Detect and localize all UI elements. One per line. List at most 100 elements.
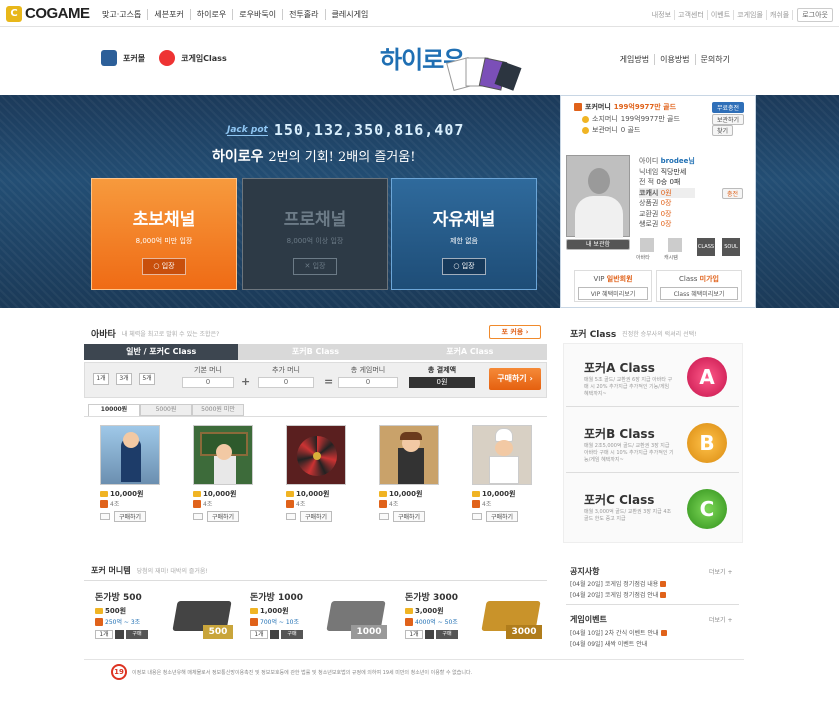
header-subnav: 포커몰 코게임Class: [101, 50, 227, 66]
topnav-item[interactable]: 로우바둑이: [233, 9, 284, 20]
bag-buy-button[interactable]: 구매: [126, 630, 148, 639]
my-storage-button[interactable]: 내 보관함: [566, 239, 630, 250]
poker-class-c[interactable]: 포커C Class 매월 3,000억 골드/ 교환권 3장 지급 4조 골드 …: [566, 479, 739, 539]
channel-free[interactable]: 자유채널 제한 없음 ○ 입장: [391, 178, 537, 290]
soul-badge-icon[interactable]: SOUL: [722, 238, 740, 256]
avatar-icon-label: 아바타: [636, 255, 650, 261]
poker-mall-link[interactable]: 포커몰: [123, 53, 145, 64]
event-item[interactable]: [04월 09일] 새싹 이벤트 안내: [570, 639, 647, 648]
owned-money-row: 소지머니 199억9977만 골드: [582, 114, 680, 124]
cogame-logo[interactable]: C COGAME: [6, 5, 90, 22]
cogame-class-link[interactable]: 코게임Class: [181, 53, 227, 64]
price-tab-5000[interactable]: 5000원: [140, 404, 192, 416]
logout-button[interactable]: 로그아웃: [797, 8, 833, 22]
price-tab-under-5000[interactable]: 5000원 미만: [192, 404, 244, 416]
topnav-item[interactable]: 맞고·고스톱: [96, 9, 149, 20]
notice-item[interactable]: [04월 20일] 코게임 정기점검 안내: [570, 590, 667, 599]
inquiry-link[interactable]: 문의하기: [696, 54, 735, 65]
topnav-item[interactable]: 클레시게임: [326, 9, 375, 20]
poker-use-button[interactable]: 포 커용 ›: [489, 325, 541, 339]
utility-links: 내정보 고객센터 이벤트 코게임몰 캐쉬몰 로그아웃: [649, 8, 833, 22]
item-checkbox[interactable]: [379, 513, 389, 520]
topnav-item[interactable]: 전투홀라: [283, 9, 326, 20]
item-buy-button[interactable]: 구매하기: [207, 511, 240, 522]
money-case-icon: 3000: [481, 593, 542, 641]
class-c-badge-icon: C: [687, 489, 727, 529]
qty-dropdown-icon[interactable]: [115, 630, 124, 639]
event-more-link[interactable]: 더보기 +: [709, 615, 733, 624]
free-charge-button[interactable]: 무료충전: [712, 102, 745, 113]
item-checkbox[interactable]: [193, 513, 203, 520]
price-tab-10000[interactable]: 10000원: [88, 404, 140, 416]
safe-button[interactable]: 보관하기: [712, 114, 745, 125]
pokermoney-icon: [574, 103, 582, 111]
top-nav: 맞고·고스톱 세븐포커 하이로우 로우바둑이 전투홀라 클레시게임: [96, 9, 374, 20]
channel-beginner[interactable]: 초보채널 8,000억 미만 입장 ○ 입장: [91, 178, 237, 290]
item-checkbox[interactable]: [286, 513, 296, 520]
tab-b-class[interactable]: 포커B Class: [238, 344, 393, 360]
header-links: 게임방법 이용방법 문의하기: [615, 54, 735, 65]
how-to-play-link[interactable]: 게임방법: [615, 54, 656, 65]
coin-icon: [582, 115, 589, 123]
tab-general-c-class[interactable]: 일반 / 포커C Class: [84, 344, 239, 360]
item-checkbox[interactable]: [100, 513, 110, 520]
item-buy-button[interactable]: 구매하기: [114, 511, 147, 522]
avatar-item-image[interactable]: [286, 425, 346, 485]
qty-dropdown-icon[interactable]: [270, 630, 279, 639]
poker-class-title: 포커 Class: [570, 330, 617, 340]
util-link[interactable]: 이벤트: [708, 10, 735, 20]
bag-buy-button[interactable]: 구매: [281, 630, 303, 639]
qty-select[interactable]: 1개: [250, 630, 268, 639]
topnav-item[interactable]: 하이로우: [191, 9, 234, 20]
avatar-item-image[interactable]: [100, 425, 160, 485]
event-item[interactable]: [04월 10일] 2차 간식 이벤트 안내: [570, 628, 667, 637]
month-3-button[interactable]: 3개: [116, 373, 132, 385]
avatar-item-image[interactable]: [379, 425, 439, 485]
cards-illustration-icon: [446, 57, 522, 91]
month-5-button[interactable]: 5개: [139, 373, 155, 385]
item-buy-button[interactable]: 구매하기: [486, 511, 519, 522]
buy-button[interactable]: 구매하기 ›: [489, 368, 541, 390]
class-preview-button[interactable]: Class 혜택미리보기: [660, 287, 738, 300]
how-to-use-link[interactable]: 이용방법: [655, 54, 696, 65]
poker-class-b[interactable]: 포커B Class 매월 2조5,000억 골드/ 교환권 3장 지급 아바타 …: [566, 413, 739, 473]
util-link[interactable]: 내정보: [649, 10, 676, 20]
qty-select[interactable]: 1개: [95, 630, 113, 639]
util-link[interactable]: 캐쉬몰: [767, 10, 794, 20]
topnav-item[interactable]: 세븐포커: [148, 9, 191, 20]
item-buy-button[interactable]: 구매하기: [300, 511, 333, 522]
avatar-item: 10,000원 4조 구매하기: [193, 425, 257, 522]
poker-class-a[interactable]: 포커A Class 매월 5조 골드/ 교환권 6장 지급 아바타 구매 시 2…: [566, 347, 739, 407]
util-link[interactable]: 코게임몰: [734, 10, 767, 20]
vip-preview-button[interactable]: VIP 혜택미리보기: [578, 287, 648, 300]
slogan-sub: 2번의 기회! 2배의 즐거움!: [268, 150, 416, 165]
poker-money-title: 포커 머니템: [91, 566, 131, 575]
new-icon: [660, 629, 667, 636]
total-price-value: 0원: [409, 377, 475, 388]
cashitem-icon[interactable]: [668, 238, 682, 252]
notice-item[interactable]: [04월 20일] 코게임 정기점검 내용: [570, 579, 667, 588]
divider: [566, 604, 739, 605]
item-buy-button[interactable]: 구매하기: [393, 511, 426, 522]
item-checkbox[interactable]: [472, 513, 482, 520]
qty-select[interactable]: 1개: [405, 630, 423, 639]
footer-divider: [84, 659, 744, 660]
month-1-button[interactable]: 1개: [93, 373, 109, 385]
qty-dropdown-icon[interactable]: [425, 630, 434, 639]
class-box: Class 미가입 Class 혜택미리보기: [656, 270, 742, 302]
enter-button[interactable]: ○ 입장: [142, 258, 186, 275]
avatar-icon[interactable]: [640, 238, 654, 252]
class-a-badge-icon: A: [687, 357, 727, 397]
enter-button[interactable]: ○ 입장: [442, 258, 486, 275]
bag-buy-button[interactable]: 구매: [436, 630, 458, 639]
tab-a-class[interactable]: 포커A Class: [392, 344, 547, 360]
notice-title: 공지사항: [570, 567, 600, 576]
notice-more-link[interactable]: 더보기 +: [709, 567, 733, 576]
avatar-item-image[interactable]: [472, 425, 532, 485]
avatar-item-image[interactable]: [193, 425, 253, 485]
find-button[interactable]: 찾기: [712, 125, 734, 136]
util-link[interactable]: 고객센터: [675, 10, 708, 20]
coin-charge-button[interactable]: 충전: [722, 188, 744, 199]
avatar-section-header: 아바타 내 체력을 최고로 발휘 수 있는 조합은?: [91, 327, 219, 340]
class-badge-icon[interactable]: CLASS: [697, 238, 715, 256]
